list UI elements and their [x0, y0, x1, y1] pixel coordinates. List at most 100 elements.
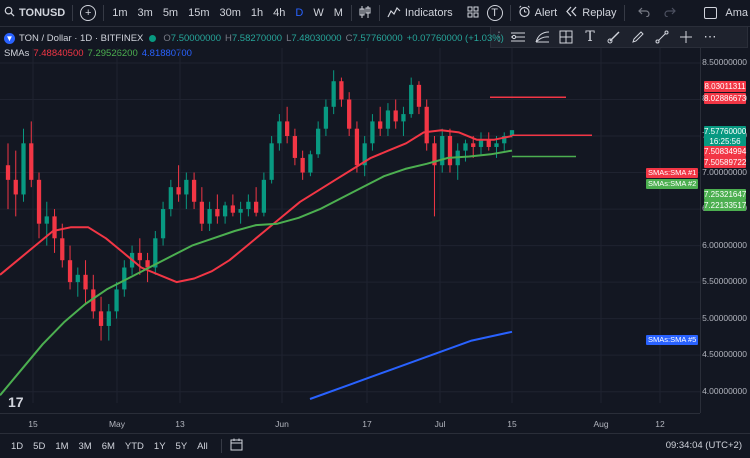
fullscreen-button[interactable] — [700, 0, 721, 26]
symbol-search[interactable]: TONUSD — [0, 0, 69, 26]
candle-body — [137, 252, 142, 261]
candle-body — [67, 260, 73, 283]
alert-label: Alert — [534, 7, 558, 19]
candle-body — [478, 139, 484, 147]
ohlc-value: 7.58270000 — [231, 33, 283, 44]
candle-body — [199, 201, 204, 224]
compare-button[interactable]: + — [76, 0, 100, 26]
candle-body — [114, 289, 119, 312]
timeframe-W[interactable]: W — [308, 7, 328, 19]
timeframe-5m[interactable]: 5m — [158, 7, 183, 19]
replay-label: Replay — [582, 7, 617, 19]
candle-body — [145, 260, 150, 268]
range-1M[interactable]: 1M — [50, 441, 73, 452]
candle-body — [13, 179, 18, 195]
pattern-tool-icon[interactable] — [557, 29, 575, 45]
range-1D[interactable]: 1D — [6, 441, 28, 452]
square-icon — [704, 7, 718, 19]
layout-templates-button[interactable] — [463, 0, 483, 26]
timeframe-3m[interactable]: 3m — [133, 7, 158, 19]
user-menu[interactable]: Ama — [721, 0, 750, 26]
candle-body — [424, 106, 429, 144]
candle-body — [176, 187, 181, 195]
range-5D[interactable]: 5D — [28, 441, 50, 452]
timeframe-group: 1m 3m 5m 15m 30m 1h 4h D W M — [107, 7, 348, 19]
candle-body — [238, 209, 243, 213]
ohlc-key: O — [163, 33, 171, 44]
tradingview-logo[interactable]: 17 — [8, 394, 24, 410]
sma-tag-5[interactable]: SMAs:SMA #5 — [646, 335, 699, 345]
trend-line-tool-icon[interactable] — [653, 29, 671, 45]
bottom-toolbar: 1D 5D 1M 3M 6M YTD 1Y 5Y All 09:34:04 (UTC+2) — [0, 433, 750, 458]
pitchfork-tool-icon[interactable] — [533, 29, 551, 45]
divider — [350, 5, 352, 21]
sma-tag-2[interactable]: SMAs:SMA #2 — [646, 179, 699, 189]
cross-line-tool-icon[interactable] — [677, 29, 695, 45]
more-tools-icon[interactable]: ⋯ — [701, 29, 719, 45]
range-5Y[interactable]: 5Y — [171, 441, 193, 452]
candle-body — [160, 209, 166, 239]
sma-tag-1[interactable]: SMAs:SMA #1 — [646, 168, 699, 178]
timeframe-M[interactable]: M — [329, 7, 348, 19]
candle-body — [184, 179, 189, 195]
goto-date-icon[interactable] — [230, 438, 243, 454]
candle-body — [75, 274, 80, 283]
time-tick: 13 — [175, 419, 185, 429]
candle-body — [401, 114, 406, 122]
scripts-button[interactable]: T — [483, 0, 507, 26]
timeframe-30m[interactable]: 30m — [215, 7, 246, 19]
range-1Y[interactable]: 1Y — [149, 441, 171, 452]
candle-body — [300, 157, 305, 173]
legend-title[interactable]: TON / Dollar · 1D · BITFINEX — [19, 31, 143, 46]
price-tick: 6.00000000 — [702, 239, 747, 250]
timeframe-4h[interactable]: 4h — [268, 7, 290, 19]
candle-body — [354, 128, 360, 166]
price-chart[interactable] — [0, 48, 700, 403]
symbol-name: TONUSD — [19, 7, 66, 19]
candle-body — [21, 143, 26, 195]
time-tick: Jun — [275, 419, 289, 429]
candle-body — [471, 143, 476, 147]
time-axis[interactable]: 15 May 13 Jun 17 Jul 15 Aug 12 — [0, 413, 700, 434]
candle-body — [393, 110, 398, 122]
ton-logo-icon: ▼ — [4, 33, 15, 44]
candle-body — [261, 179, 267, 213]
market-status-dot — [149, 35, 157, 42]
redo-button[interactable] — [660, 0, 680, 26]
range-YTD[interactable]: YTD — [120, 441, 149, 452]
price-label: 8.02886673 — [704, 93, 747, 104]
alert-button[interactable]: Alert — [514, 0, 562, 26]
replay-button[interactable]: Replay — [561, 0, 620, 26]
indicators-button[interactable]: Indicators — [383, 0, 457, 26]
ohlc-value: 7.48030000 — [291, 33, 342, 44]
timeframe-15m[interactable]: 15m — [183, 7, 214, 19]
ohlc-value: 7.50000000 — [170, 33, 221, 44]
price-label: 7.50834994 — [704, 146, 747, 157]
timeframe-1m[interactable]: 1m — [107, 7, 132, 19]
price-tick: 4.50000000 — [702, 349, 747, 360]
time-tick: 15 — [507, 419, 517, 429]
price-tick: 5.50000000 — [702, 276, 747, 287]
undo-button[interactable] — [634, 0, 654, 26]
candle-body — [269, 143, 274, 180]
pencil-tool-icon[interactable] — [629, 29, 647, 45]
timeframe-D[interactable]: D — [290, 7, 308, 19]
chart-canvas[interactable] — [0, 48, 700, 403]
candle-body — [378, 121, 383, 129]
candle-body — [494, 143, 499, 147]
time-tick: Jul — [434, 419, 446, 429]
horizontal-ray-tool-icon[interactable] — [509, 29, 527, 45]
range-6M[interactable]: 6M — [97, 441, 120, 452]
candles-icon — [359, 5, 372, 22]
brush-tool-icon[interactable] — [605, 29, 623, 45]
candle-body — [486, 139, 491, 147]
timeframe-1h[interactable]: 1h — [246, 7, 268, 19]
range-3M[interactable]: 3M — [74, 441, 97, 452]
text-tool-icon[interactable]: T — [581, 29, 599, 45]
candle-body — [191, 179, 197, 202]
chart-type-button[interactable] — [355, 0, 376, 26]
clock-timezone[interactable]: 09:34:04 (UTC+2) — [666, 440, 742, 451]
sma-line-3 — [309, 330, 513, 400]
time-tick: 12 — [655, 419, 665, 429]
range-All[interactable]: All — [192, 441, 213, 452]
